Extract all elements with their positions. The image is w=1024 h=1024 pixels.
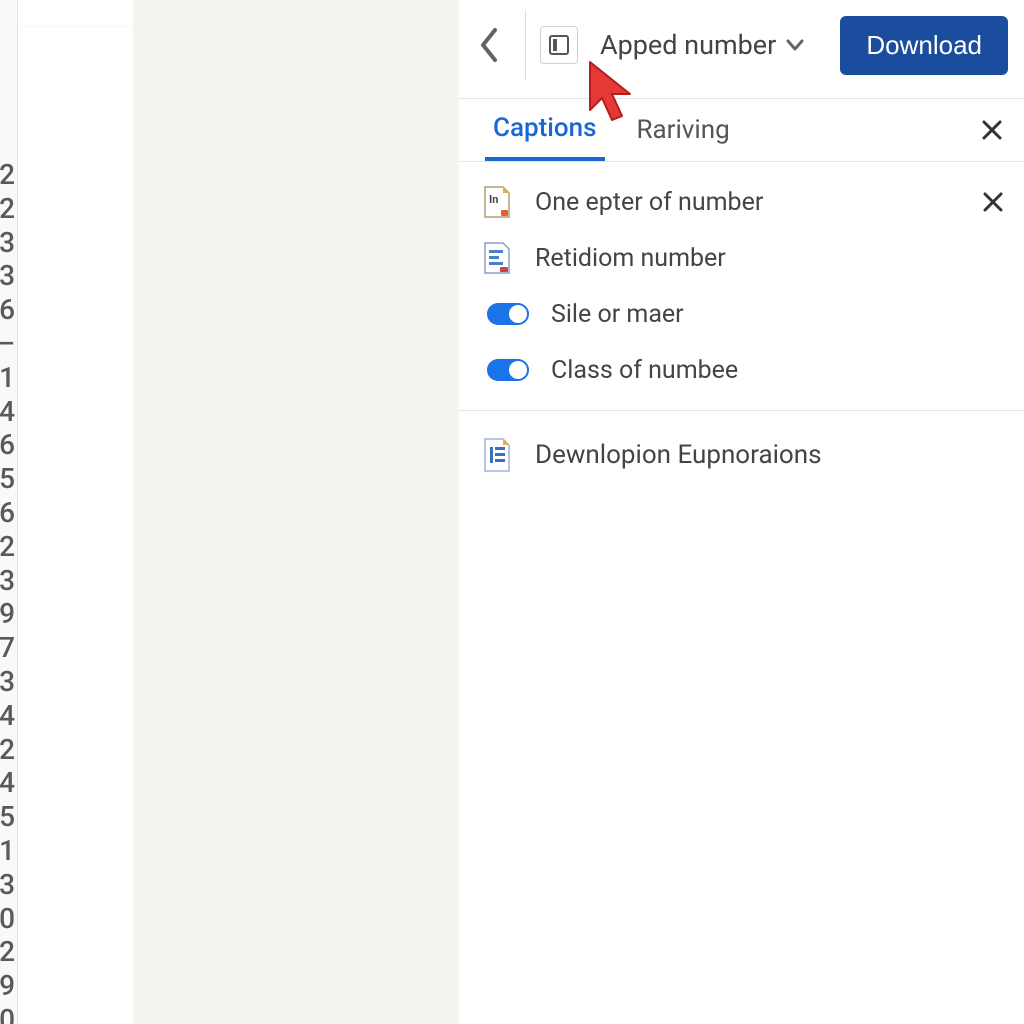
download-button[interactable]: Download [840, 16, 1008, 75]
line-number: 3 [0, 564, 15, 598]
panel-toolbar: Apped number Download [459, 0, 1024, 90]
options-section: In One epter of number [459, 162, 1024, 487]
line-number: 6 [0, 293, 15, 327]
chevron-down-icon [786, 39, 804, 51]
line-number: 4 [0, 766, 15, 800]
tabs-row: Captions Rariving [459, 98, 1024, 162]
line-number: 9 [0, 597, 15, 631]
list-file-icon [481, 241, 513, 275]
option-one-epter[interactable]: In One epter of number [481, 174, 1004, 230]
line-number: 0 [0, 1003, 15, 1024]
line-number: 3 [0, 226, 15, 260]
line-number: 4 [0, 395, 15, 429]
line-number: 3 [0, 665, 15, 699]
line-number: 2 [0, 158, 15, 192]
line-number: 2 [0, 530, 15, 564]
dropdown-label: Apped number [600, 29, 776, 61]
close-icon [980, 118, 1004, 142]
line-number-gutter: 22336–14656239734245130290 [0, 0, 18, 1024]
line-number: 3 [0, 259, 15, 293]
toggle-class[interactable] [487, 359, 529, 381]
tab-captions[interactable]: Captions [485, 99, 605, 161]
line-number: 5 [0, 800, 15, 834]
line-number: 6 [0, 428, 15, 462]
option-label: Retidiom number [535, 244, 726, 273]
file-in-icon: In [481, 185, 513, 219]
line-number: 7 [0, 631, 15, 665]
extra-row-label: Dewnlopion Eupnoraions [535, 440, 822, 470]
line-number: 5 [0, 462, 15, 496]
toggle-label: Class of numbee [551, 356, 738, 385]
option-label: One epter of number [535, 188, 763, 217]
toolbar-square-button[interactable] [540, 26, 578, 64]
dewnlopion-row[interactable]: Dewnlopion Eupnoraions [481, 423, 1004, 487]
divider [525, 10, 526, 80]
svg-text:In: In [489, 193, 498, 206]
remove-option-button[interactable] [982, 191, 1004, 213]
line-number: 1 [0, 834, 15, 868]
document-page [18, 28, 133, 1024]
chevron-left-icon [479, 28, 499, 62]
side-panel: Apped number Download Captions Rariving … [459, 0, 1024, 1024]
option-retidiom[interactable]: Retidiom number [481, 230, 1004, 286]
line-number: 4 [0, 699, 15, 733]
separator [459, 410, 1024, 411]
close-tabs-button[interactable] [980, 118, 1004, 142]
doc-outline-icon [481, 438, 513, 472]
line-number: 1 [0, 361, 15, 395]
option-sile-toggle-row: Sile or maer [481, 286, 1004, 342]
line-number: 9 [0, 969, 15, 1003]
canvas-gap [133, 0, 459, 1024]
line-number: 2 [0, 192, 15, 226]
line-number: 3 [0, 868, 15, 902]
back-button[interactable] [467, 23, 511, 67]
line-number: 2 [0, 733, 15, 767]
option-class-toggle-row: Class of numbee [481, 342, 1004, 398]
append-number-dropdown[interactable]: Apped number [592, 23, 812, 67]
close-icon [982, 191, 1004, 213]
line-number: – [0, 327, 15, 361]
line-number: 0 [0, 902, 15, 936]
line-number: 6 [0, 496, 15, 530]
toggle-label: Sile or maer [551, 300, 684, 329]
tab-rariving[interactable]: Rariving [629, 99, 738, 161]
panel-icon [548, 34, 570, 56]
line-number: 2 [0, 935, 15, 969]
toggle-sile[interactable] [487, 303, 529, 325]
